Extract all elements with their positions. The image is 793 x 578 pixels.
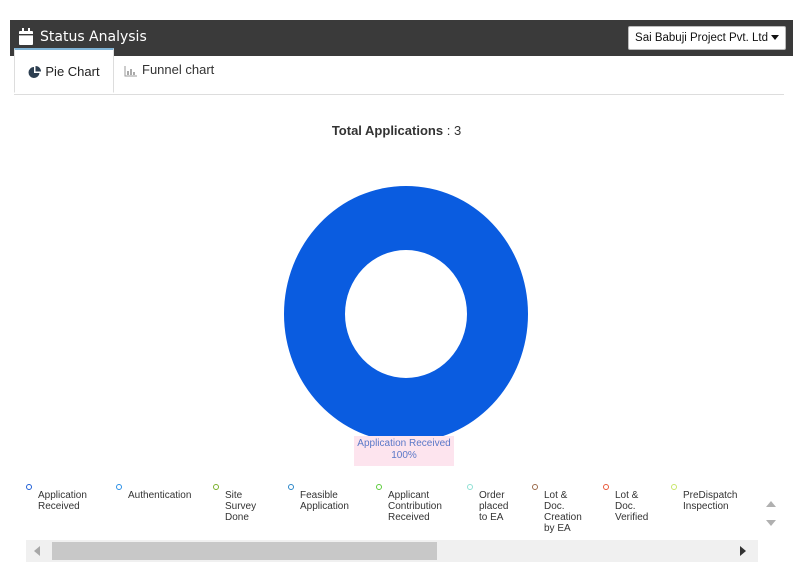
legend-marker-icon: [467, 484, 473, 490]
legend-label: Applicant Contribution Received: [388, 490, 442, 523]
scroll-down-arrow-icon[interactable]: [766, 520, 776, 526]
legend-marker-icon: [671, 484, 677, 490]
legend-label-line: PreDispatch: [683, 490, 738, 501]
legend-label-line: Feasible: [300, 490, 338, 501]
legend-label: Order placed to EA: [479, 490, 508, 523]
scroll-up-arrow-icon[interactable]: [766, 501, 776, 507]
legend-label-line: Application: [300, 501, 349, 512]
legend-label-line: Survey: [225, 501, 257, 512]
legend-label: Site Survey Done: [225, 490, 256, 523]
chart-legend: Application Received Authentication Site Sur…: [26, 482, 756, 538]
legend-marker-icon: [26, 484, 32, 490]
legend-marker-icon: [532, 484, 538, 490]
legend-marker-icon: [116, 484, 122, 490]
scrollbar-thumb[interactable]: [52, 542, 437, 560]
legend-label-line: by EA: [544, 523, 571, 534]
legend-label-line: Doc.: [615, 501, 636, 512]
legend-label: Application Received: [38, 490, 87, 512]
legend-vertical-scroll[interactable]: [760, 486, 782, 536]
legend-label-line: Doc.: [544, 501, 565, 512]
legend-label-line: placed: [479, 501, 509, 512]
legend-label-line: Applicant: [388, 490, 430, 501]
legend-label-line: Received: [388, 512, 430, 523]
legend-label-line: to EA: [479, 512, 504, 523]
legend-label-line: Creation: [544, 512, 582, 523]
legend-label-line: Site: [225, 490, 243, 501]
legend-label-line: Inspection: [683, 501, 729, 512]
legend-label: Authentication: [128, 490, 191, 501]
slice-label-percent: 100%: [391, 450, 417, 461]
horizontal-scrollbar[interactable]: [26, 540, 758, 562]
scroll-left-arrow-icon[interactable]: [32, 545, 42, 557]
legend-label: PreDispatch Inspection: [683, 490, 737, 512]
legend-label-line: Lot &: [615, 490, 639, 501]
legend-label-line: Contribution: [388, 501, 442, 512]
legend-label-line: Order: [479, 490, 505, 501]
legend-label: Lot & Doc. Creation by EA: [544, 490, 582, 534]
legend-marker-icon: [288, 484, 294, 490]
legend-label-line: Lot &: [544, 490, 568, 501]
legend-marker-icon: [603, 484, 609, 490]
legend-marker-icon: [376, 484, 382, 490]
legend-marker-icon: [213, 484, 219, 490]
legend-label-line: Application: [38, 490, 87, 501]
slice-data-label: Application Received 100%: [354, 436, 454, 466]
legend-label: Feasible Application: [300, 490, 349, 512]
pie-slice-0[interactable]: [284, 185, 529, 443]
legend-label-line: Received: [38, 501, 80, 512]
legend-label-line: Authentication: [128, 490, 192, 501]
slice-label-name: Application Received: [357, 438, 451, 449]
legend-label: Lot & Doc. Verified: [615, 490, 648, 523]
legend-label-line: Done: [225, 512, 249, 523]
legend-label-line: Verified: [615, 512, 649, 523]
scroll-right-arrow-icon[interactable]: [738, 545, 748, 557]
